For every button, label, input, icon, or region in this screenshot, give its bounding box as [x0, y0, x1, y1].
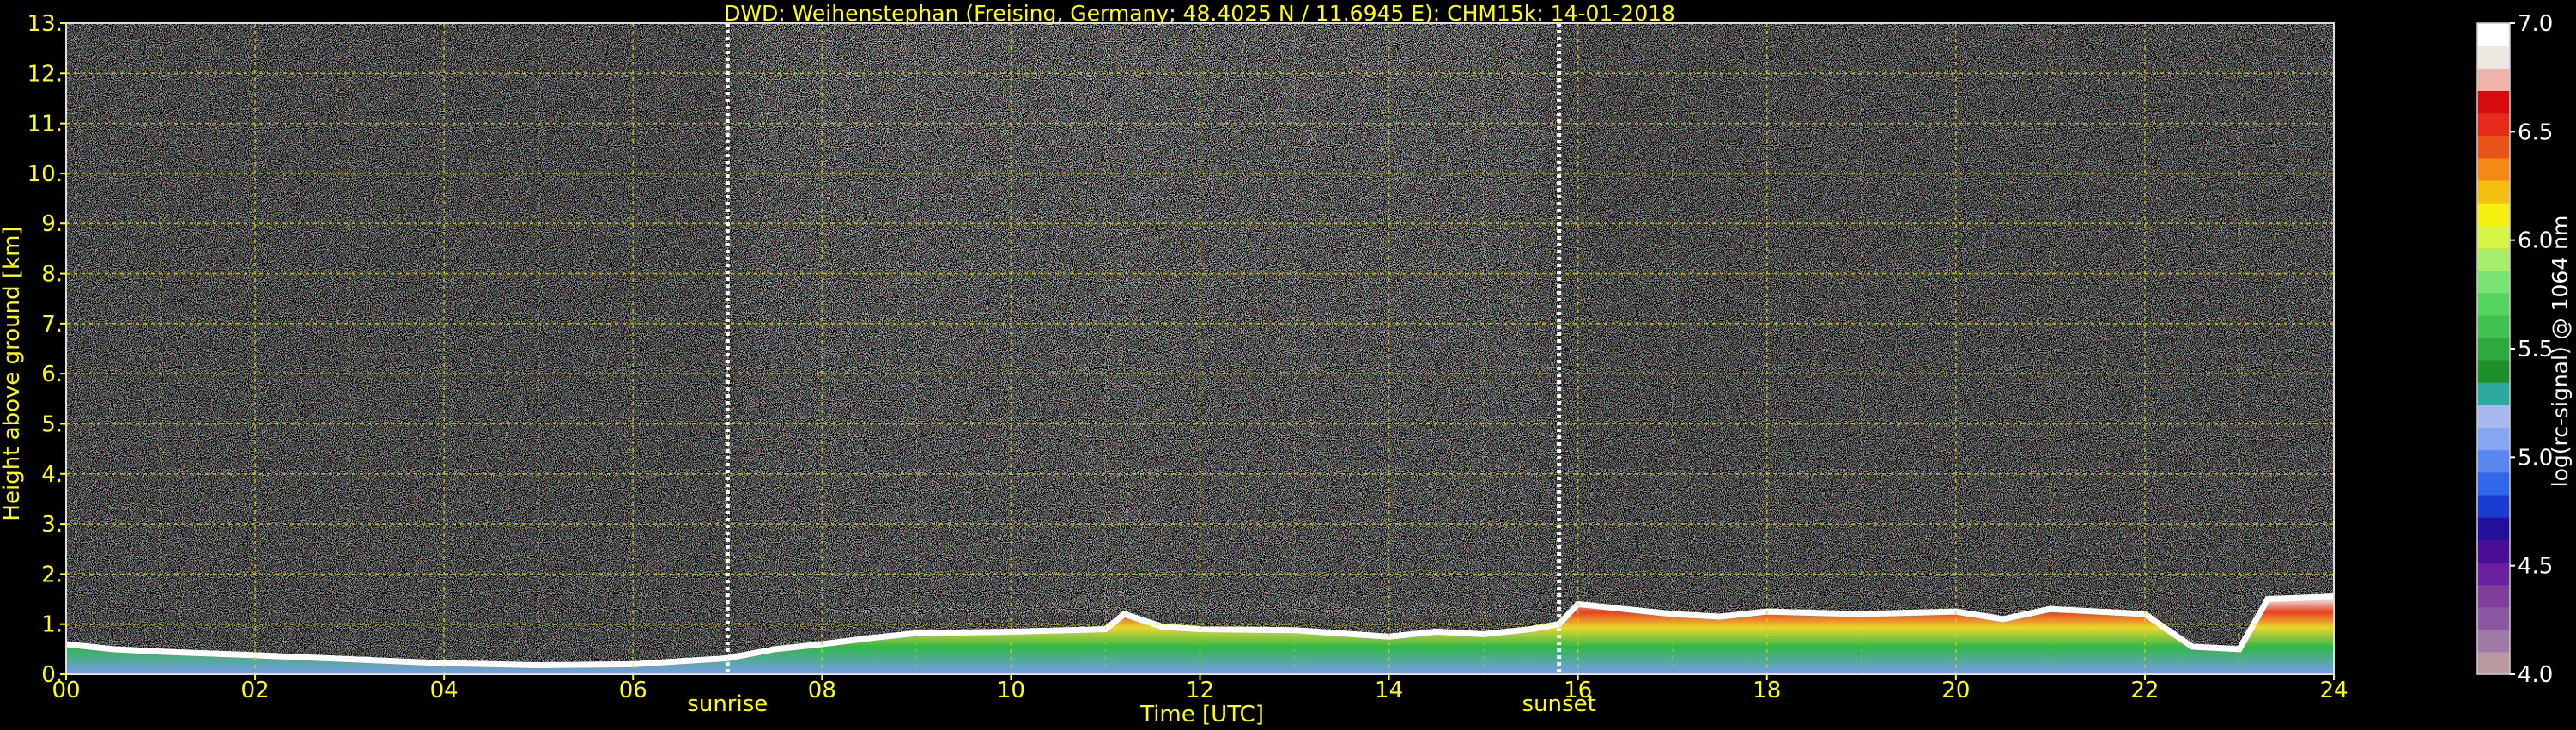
colorbar-swatch	[2477, 225, 2510, 248]
colorbar-swatch	[2477, 382, 2510, 405]
y-tick-label: 2.	[41, 562, 63, 587]
colorbar-label: log(rc-signal) @ 1064 nm	[2548, 216, 2573, 488]
colorbar-swatch	[2477, 449, 2510, 473]
x-tick-label: 08	[808, 678, 836, 703]
x-tick-label: 10	[997, 678, 1025, 703]
x-tick-label: 24	[2319, 678, 2348, 703]
colorbar-swatch	[2477, 584, 2510, 608]
colorbar-swatch	[2477, 113, 2510, 137]
y-tick-label: 1.	[41, 612, 63, 638]
colorbar-tick-label: 4.5	[2518, 554, 2553, 580]
colorbar-swatch	[2477, 23, 2510, 46]
colorbar-swatch	[2477, 90, 2510, 114]
x-axis-label: Time [UTC]	[1139, 702, 1264, 727]
colorbar-tick-label: 6.5	[2518, 119, 2553, 145]
colorbar-swatch	[2477, 629, 2510, 653]
chart-title: DWD: Weihenstephan (Freising, Germany; 4…	[724, 1, 1675, 26]
colorbar-swatch	[2477, 471, 2510, 496]
colorbar-swatch	[2477, 360, 2510, 383]
y-tick-label: 10.	[27, 161, 63, 187]
colorbar-swatch	[2477, 337, 2510, 361]
colorbar-swatch	[2477, 135, 2510, 159]
colorbar-swatch	[2477, 494, 2510, 518]
colorbar-swatch	[2477, 651, 2510, 675]
colorbar-swatch	[2477, 270, 2510, 294]
x-tick-label: 22	[2130, 678, 2159, 703]
colorbar-swatch	[2477, 562, 2510, 586]
y-tick-label: 12.	[27, 61, 63, 87]
colorbar-swatch	[2477, 68, 2510, 92]
colorbar-swatch	[2477, 517, 2510, 540]
x-tick-label: 20	[1941, 678, 1970, 703]
y-tick-label: 11.	[27, 112, 63, 137]
x-tick-label: 02	[241, 678, 270, 703]
x-tick-label: 12	[1186, 678, 1214, 703]
y-tick-label: 13.	[27, 11, 63, 37]
y-tick-label: 0.	[41, 662, 63, 688]
x-tick-label: 14	[1375, 678, 1403, 703]
y-tick-label: 3.	[41, 512, 63, 538]
colorbar-swatch	[2477, 606, 2510, 630]
marker-label-sunrise: sunrise	[687, 691, 768, 717]
colorbar-swatch	[2477, 539, 2510, 563]
colorbar-tick-label: 7.0	[2518, 11, 2553, 37]
colorbar-swatch	[2477, 405, 2510, 429]
colorbar-swatch	[2477, 203, 2510, 226]
y-tick-label: 5.	[41, 411, 63, 437]
colorbar-swatch	[2477, 314, 2510, 338]
colorbar-swatch	[2477, 292, 2510, 316]
x-tick-label: 18	[1753, 678, 1781, 703]
colorbar-swatch	[2477, 46, 2510, 69]
colorbar-swatch	[2477, 427, 2510, 451]
colorbar: 4.04.55.05.56.06.57.0	[2476, 11, 2553, 688]
colorbar-swatch	[2477, 247, 2510, 271]
x-tick-label: 06	[619, 678, 647, 703]
lidar-chart: DWD: Weihenstephan (Freising, Germany; 4…	[0, 1, 2573, 727]
y-tick-label: 9.	[41, 211, 63, 237]
daytime-peak-column	[1090, 23, 1159, 674]
x-tick-label: 04	[430, 678, 459, 703]
colorbar-tick-label: 4.0	[2518, 662, 2553, 688]
y-axis-label: Height above ground [km]	[0, 226, 25, 520]
colorbar-swatch	[2477, 179, 2510, 204]
y-tick-label: 8.	[41, 262, 63, 288]
x-tick-label: 16	[1564, 678, 1592, 703]
y-tick-label: 7.	[41, 312, 63, 338]
colorbar-swatch	[2477, 157, 2510, 181]
y-tick-label: 6.	[41, 362, 63, 387]
y-tick-label: 4.	[41, 462, 63, 488]
